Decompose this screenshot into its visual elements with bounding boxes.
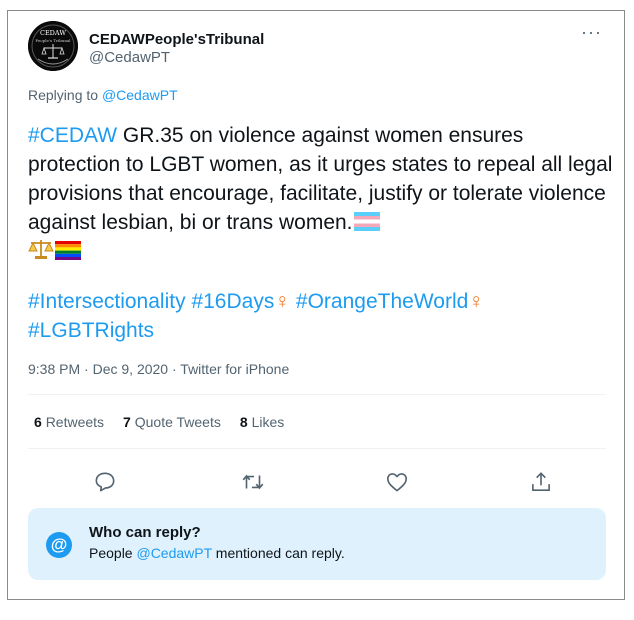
retweets-count: 6 xyxy=(34,414,42,430)
quote-tweets-stat[interactable]: 7 Quote Tweets xyxy=(123,414,221,430)
meta-separator: · xyxy=(80,361,93,377)
replying-prefix: Replying to xyxy=(28,87,99,103)
cedaw-logo-icon: CEDAW People's Tribunal xyxy=(28,21,78,71)
tweet-paragraph-2: #Intersectionality #16Days♀ #OrangeTheWo… xyxy=(28,287,618,345)
svg-text:CEDAW: CEDAW xyxy=(40,29,66,37)
tweet-meta: 9:38 PM · Dec 9, 2020 · Twitter for iPho… xyxy=(28,361,289,377)
tweet-source[interactable]: Twitter for iPhone xyxy=(180,361,289,377)
who-can-reply-title: Who can reply? xyxy=(89,524,201,541)
like-icon[interactable] xyxy=(384,469,410,495)
tweet-card: CEDAW People's Tribunal CEDAWPeople'sTri… xyxy=(7,10,625,600)
tweet-actions xyxy=(28,459,606,505)
user-handle[interactable]: @CedawPT xyxy=(89,49,264,67)
who-can-reply-text: People @CedawPT mentioned can reply. xyxy=(89,545,345,561)
tweet-paragraph-1: #CEDAW GR.35 on violence against women e… xyxy=(28,121,618,266)
who-can-reply-mention[interactable]: @CedawPT xyxy=(136,545,211,561)
display-name[interactable]: CEDAWPeople'sTribunal xyxy=(89,31,264,49)
likes-label: Likes xyxy=(251,414,285,430)
likes-stat[interactable]: 8 Likes xyxy=(240,414,284,430)
rainbow-flag-icon xyxy=(55,241,81,260)
retweets-label: Retweets xyxy=(45,414,105,430)
balance-scale-icon xyxy=(28,240,54,259)
at-mention-icon: @ xyxy=(46,532,72,558)
tweet-date[interactable]: Dec 9, 2020 xyxy=(93,361,169,377)
female-sign-icon: ♀ xyxy=(274,290,291,313)
replying-to: Replying to @CedawPT xyxy=(28,87,178,103)
more-options-icon[interactable]: ··· xyxy=(581,23,602,41)
hashtag-cedaw[interactable]: #CEDAW xyxy=(28,124,117,147)
tweet-stats: 6 Retweets 7 Quote Tweets 8 Likes xyxy=(34,414,284,430)
hashtag-orangetheworld[interactable]: #OrangeTheWorld xyxy=(296,290,468,313)
female-sign-icon: ♀ xyxy=(468,290,485,313)
divider xyxy=(28,448,606,449)
hashtag-lgbtrights[interactable]: #LGBTRights xyxy=(28,319,154,342)
hashtag-16days[interactable]: #16Days xyxy=(191,290,274,313)
reply-icon[interactable] xyxy=(92,469,118,495)
who-can-reply-suffix: mentioned can reply. xyxy=(211,545,345,561)
who-can-reply-box: @ Who can reply? People @CedawPT mention… xyxy=(28,508,606,580)
retweets-stat[interactable]: 6 Retweets xyxy=(34,414,104,430)
retweet-icon[interactable] xyxy=(240,469,266,495)
divider xyxy=(28,394,606,395)
svg-text:People's Tribunal: People's Tribunal xyxy=(35,38,71,43)
quote-tweets-count: 7 xyxy=(123,414,131,430)
author-info: CEDAWPeople'sTribunal @CedawPT xyxy=(89,31,264,67)
quote-tweets-label: Quote Tweets xyxy=(134,414,221,430)
tweet-text: #CEDAW GR.35 on violence against women e… xyxy=(28,121,618,345)
meta-separator: · xyxy=(168,361,181,377)
tweet-time[interactable]: 9:38 PM xyxy=(28,361,80,377)
transgender-flag-icon xyxy=(353,212,380,231)
likes-count: 8 xyxy=(239,414,248,430)
tweet-header: CEDAW People's Tribunal CEDAWPeople'sTri… xyxy=(28,21,608,81)
avatar[interactable]: CEDAW People's Tribunal xyxy=(28,21,78,71)
hashtag-intersectionality[interactable]: #Intersectionality xyxy=(28,290,186,313)
who-can-reply-prefix: People xyxy=(89,545,137,561)
share-icon[interactable] xyxy=(528,469,554,495)
replying-to-mention[interactable]: @CedawPT xyxy=(102,87,178,103)
